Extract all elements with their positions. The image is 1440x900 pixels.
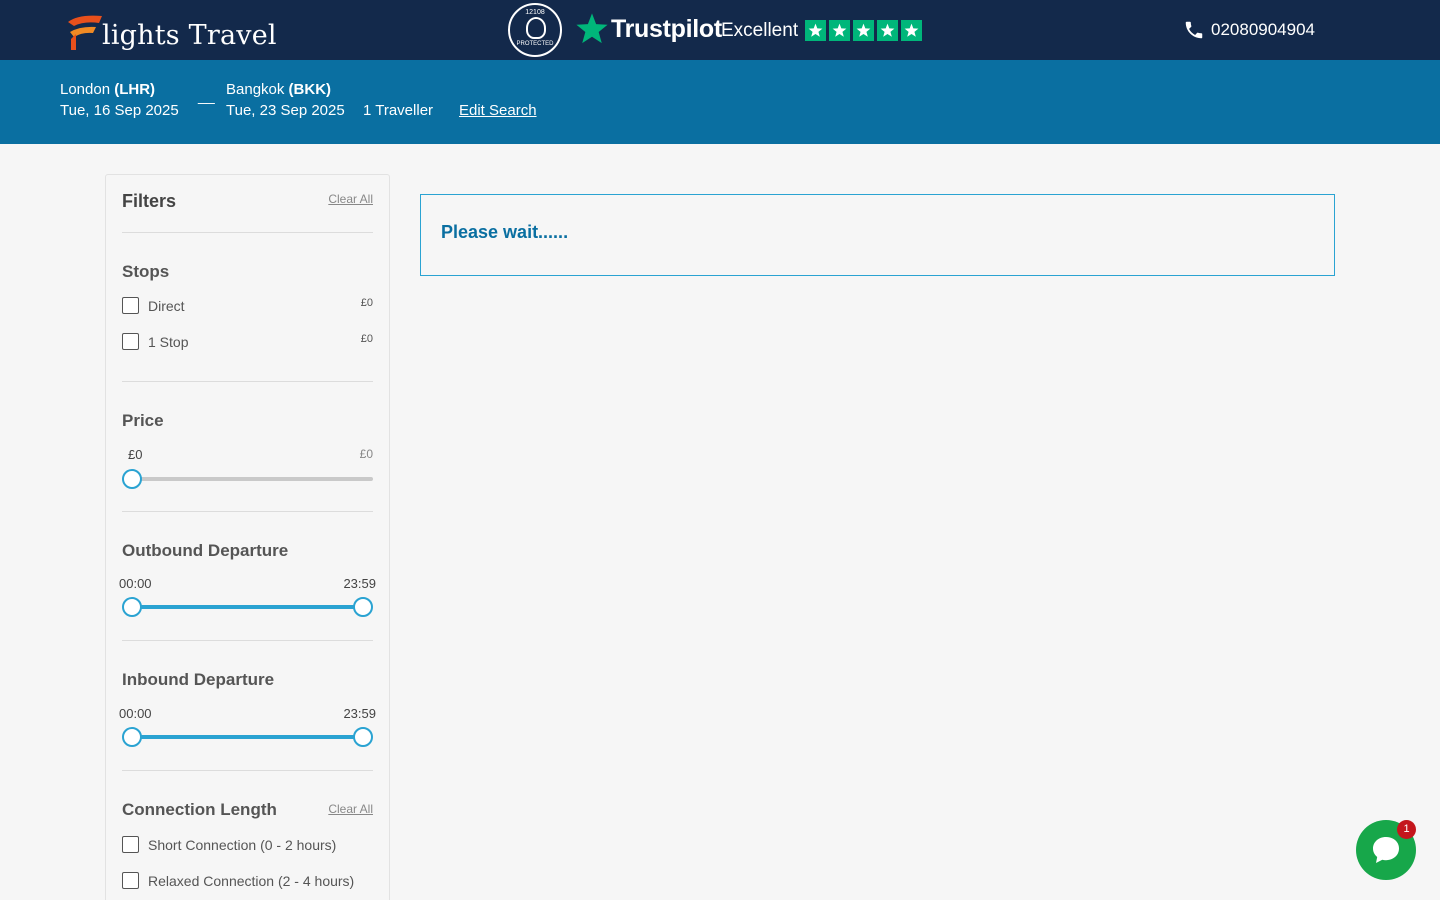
atol-number: 12108 [525, 9, 545, 16]
star-icon [805, 20, 826, 41]
checkbox-box[interactable] [122, 872, 139, 889]
price-min-label: £0 [128, 447, 143, 462]
inbound-slider-max-handle[interactable] [353, 727, 373, 747]
price-slider-handle[interactable] [122, 469, 142, 489]
phone-number: 02080904904 [1211, 20, 1316, 39]
clear-connection-filter-link[interactable]: Clear All [328, 802, 373, 816]
stops-1-stop-checkbox[interactable]: 1 Stop [122, 333, 188, 350]
loading-panel: Please wait...... [420, 194, 1335, 276]
atol-emblem-icon [526, 17, 546, 39]
phone-icon [1185, 21, 1203, 39]
checkbox-box[interactable] [122, 333, 139, 350]
destination: Bangkok (BKK) [226, 81, 331, 98]
trustpilot-name: Trustpilot [611, 15, 722, 43]
outbound-departure-title: Outbound Departure [122, 541, 289, 560]
inbound-max-label: 23:59 [343, 706, 376, 721]
inbound-departure-title: Inbound Departure [122, 670, 275, 689]
price-slider-track[interactable] [122, 477, 373, 481]
outbound-slider-min-handle[interactable] [122, 597, 142, 617]
origin: London (LHR) [60, 81, 155, 98]
trustpilot-stars [805, 20, 922, 41]
logo-text: lights Travel [102, 20, 277, 51]
edit-search-link[interactable]: Edit Search [459, 102, 537, 119]
depart-date: Tue, 16 Sep 2025 [60, 102, 179, 119]
star-icon [901, 20, 922, 41]
stops-title: Stops [122, 262, 170, 281]
stops-option-label: 1 Stop [148, 333, 189, 350]
trustpilot-rating-label: Excellent [721, 20, 799, 41]
connection-option-label: Short Connection (0 - 2 hours) [148, 836, 337, 853]
outbound-slider-track[interactable] [132, 605, 363, 609]
search-summary-bar: London (LHR) Tue, 16 Sep 2025 __ Bangkok… [0, 60, 1440, 144]
divider [122, 511, 373, 512]
star-icon [877, 20, 898, 41]
route-separator: __ [198, 88, 215, 105]
divider [122, 232, 373, 233]
divider [122, 381, 373, 382]
divider [122, 640, 373, 641]
checkbox-box[interactable] [122, 836, 139, 853]
traveller-count: 1 Traveller [363, 102, 434, 119]
divider [122, 770, 373, 771]
filters-panel: Filters Clear All Stops Direct £0 1 Stop… [105, 174, 390, 900]
price-max-label: £0 [359, 447, 373, 461]
phone-link[interactable]: 02080904904 [1183, 19, 1315, 41]
inbound-min-label: 00:00 [119, 706, 152, 721]
checkbox-box[interactable] [122, 297, 139, 314]
stops-direct-price: £0 [360, 297, 373, 309]
star-icon [829, 20, 850, 41]
clear-all-filters-link[interactable]: Clear All [328, 192, 373, 206]
origin-city: London [60, 81, 111, 98]
connection-length-title: Connection Length [122, 800, 277, 819]
outbound-min-label: 00:00 [119, 576, 152, 591]
return-date: Tue, 23 Sep 2025 [226, 102, 345, 119]
outbound-max-label: 23:59 [343, 576, 376, 591]
top-header: lights Travel 12108 PROTECTED Trustpilot… [0, 0, 1440, 60]
stops-1-stop-price: £0 [360, 333, 373, 345]
chat-unread-badge: 1 [1397, 820, 1416, 839]
atol-label: PROTECTED [516, 41, 554, 47]
inbound-slider-track[interactable] [132, 735, 363, 739]
price-title: Price [122, 411, 164, 430]
outbound-slider-max-handle[interactable] [353, 597, 373, 617]
stops-option-label: Direct [148, 297, 185, 314]
filters-title: Filters [122, 191, 177, 211]
dest-code: (BKK) [288, 81, 332, 98]
short-connection-checkbox[interactable]: Short Connection (0 - 2 hours) [122, 836, 336, 853]
inbound-slider-min-handle[interactable] [122, 727, 142, 747]
origin-code: (LHR) [114, 81, 156, 98]
chat-bubble-icon [1373, 837, 1399, 863]
logo-mark-icon [68, 15, 102, 50]
connection-option-label: Relaxed Connection (2 - 4 hours) [148, 872, 355, 889]
relaxed-connection-checkbox[interactable]: Relaxed Connection (2 - 4 hours) [122, 872, 354, 889]
star-icon [853, 20, 874, 41]
stops-direct-checkbox[interactable]: Direct [122, 297, 185, 314]
trustpilot-star-icon [576, 13, 608, 44]
loading-text: Please wait...... [441, 222, 569, 242]
dest-city: Bangkok [226, 81, 285, 98]
atol-protected-badge: 12108 PROTECTED [508, 3, 562, 57]
